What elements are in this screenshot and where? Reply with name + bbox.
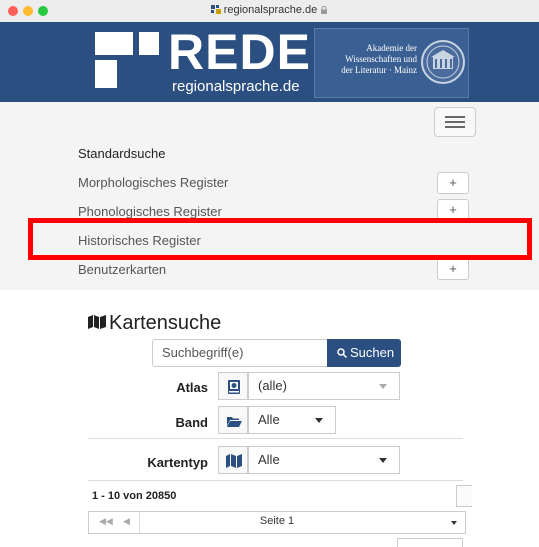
atlas-label: Atlas (176, 380, 208, 395)
site-favicon-icon (210, 5, 221, 14)
akademie-seal-icon (421, 40, 465, 84)
expand-benutzerkarten-button[interactable]: + (437, 258, 469, 280)
kartensuche-heading: Kartensuche (88, 312, 221, 335)
search-button[interactable]: Suchen (327, 339, 401, 367)
expand-morphologisches-button[interactable]: + (437, 172, 469, 194)
pagination-bar: ◀◀ ◀ Seite 1 (88, 511, 466, 534)
akademie-text: Akademie der Wissenschaften und der Lite… (341, 43, 417, 75)
partial-control[interactable] (397, 538, 463, 547)
atlas-select[interactable]: (alle) (248, 372, 400, 400)
rede-logo-icon[interactable] (95, 32, 159, 88)
browser-title-bar: regionalsprache.de (0, 0, 539, 23)
options-button[interactable] (456, 485, 472, 507)
lock-icon (321, 6, 328, 14)
site-header: REDE regionalsprache.de Akademie der Wis… (0, 22, 539, 102)
logo-text[interactable]: REDE (168, 26, 311, 78)
band-select[interactable]: Alle (248, 406, 336, 434)
search-icon (337, 348, 347, 358)
atlas-book-icon (228, 380, 240, 394)
map-icon (226, 454, 242, 468)
kartentyp-icon-box (218, 446, 248, 474)
akademie-logo[interactable]: Akademie der Wissenschaften und der Lite… (314, 28, 469, 98)
atlas-icon-box (218, 372, 248, 400)
logo-subtitle: regionalsprache.de (172, 78, 300, 95)
nav-item-benutzerkarten[interactable]: Benutzerkarten (78, 262, 166, 277)
nav-item-standardsuche[interactable]: Standardsuche (78, 146, 165, 161)
search-input[interactable]: Suchbegriff(e) (152, 339, 327, 367)
nav-item-morphologisches-register[interactable]: Morphologisches Register (78, 175, 228, 190)
kartentyp-select[interactable]: Alle (248, 446, 400, 474)
page-select[interactable]: Seite 1 (89, 515, 465, 527)
band-icon-box (218, 406, 248, 434)
results-count: 1 - 10 von 20850 (92, 490, 177, 502)
folder-open-icon (227, 417, 242, 427)
highlight-box (28, 218, 532, 260)
divider (88, 480, 463, 481)
chevron-down-icon (451, 521, 457, 525)
kartentyp-label: Kartentyp (147, 455, 208, 470)
map-icon (88, 315, 106, 329)
url-text: regionalsprache.de (223, 4, 318, 16)
divider (88, 438, 463, 439)
address-bar[interactable]: regionalsprache.de (0, 4, 539, 16)
menu-toggle-button[interactable] (434, 107, 476, 137)
nav-item-phonologisches-register[interactable]: Phonologisches Register (78, 204, 222, 219)
band-label: Band (175, 415, 209, 430)
